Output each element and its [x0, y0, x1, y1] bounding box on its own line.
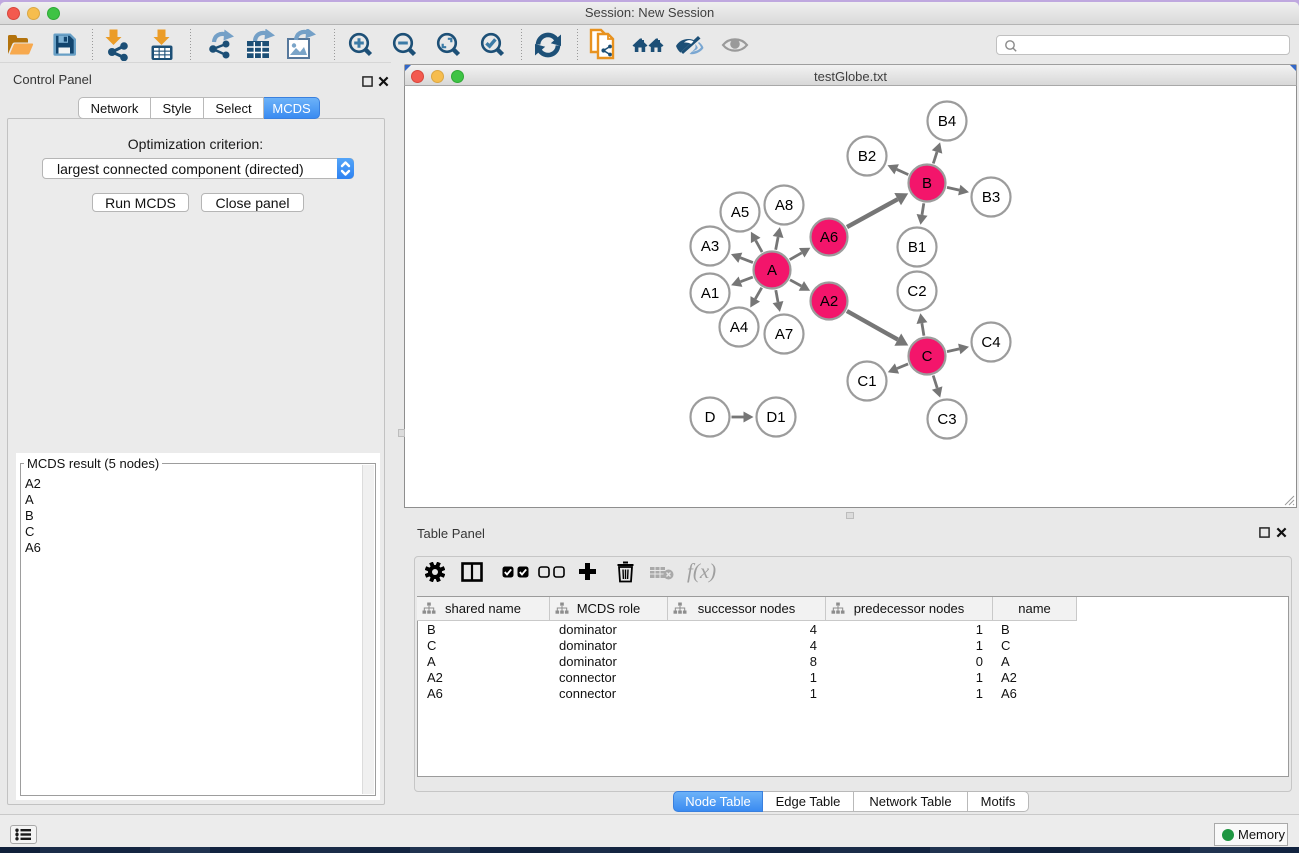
svg-text:A7: A7 — [775, 326, 793, 343]
svg-text:B3: B3 — [982, 189, 1000, 206]
svg-text:B: B — [922, 175, 932, 192]
svg-text:B4: B4 — [938, 113, 956, 130]
svg-text:D: D — [705, 409, 716, 426]
svg-text:A6: A6 — [820, 229, 838, 246]
svg-text:A1: A1 — [701, 285, 719, 302]
svg-text:D1: D1 — [766, 409, 785, 426]
svg-text:C2: C2 — [907, 283, 926, 300]
svg-text:C1: C1 — [857, 373, 876, 390]
svg-text:A: A — [767, 262, 777, 279]
svg-text:C4: C4 — [981, 334, 1000, 351]
svg-text:A5: A5 — [731, 204, 749, 221]
svg-text:B1: B1 — [908, 239, 926, 256]
svg-text:A8: A8 — [775, 197, 793, 214]
svg-text:C3: C3 — [937, 411, 956, 428]
svg-text:B2: B2 — [858, 148, 876, 165]
svg-text:A4: A4 — [730, 319, 748, 336]
svg-text:A2: A2 — [820, 293, 838, 310]
svg-text:C: C — [922, 348, 933, 365]
svg-text:A3: A3 — [701, 238, 719, 255]
